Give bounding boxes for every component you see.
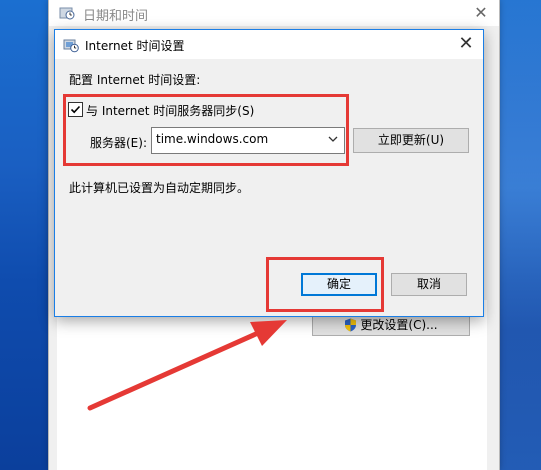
red-arrow-icon [87,320,287,411]
